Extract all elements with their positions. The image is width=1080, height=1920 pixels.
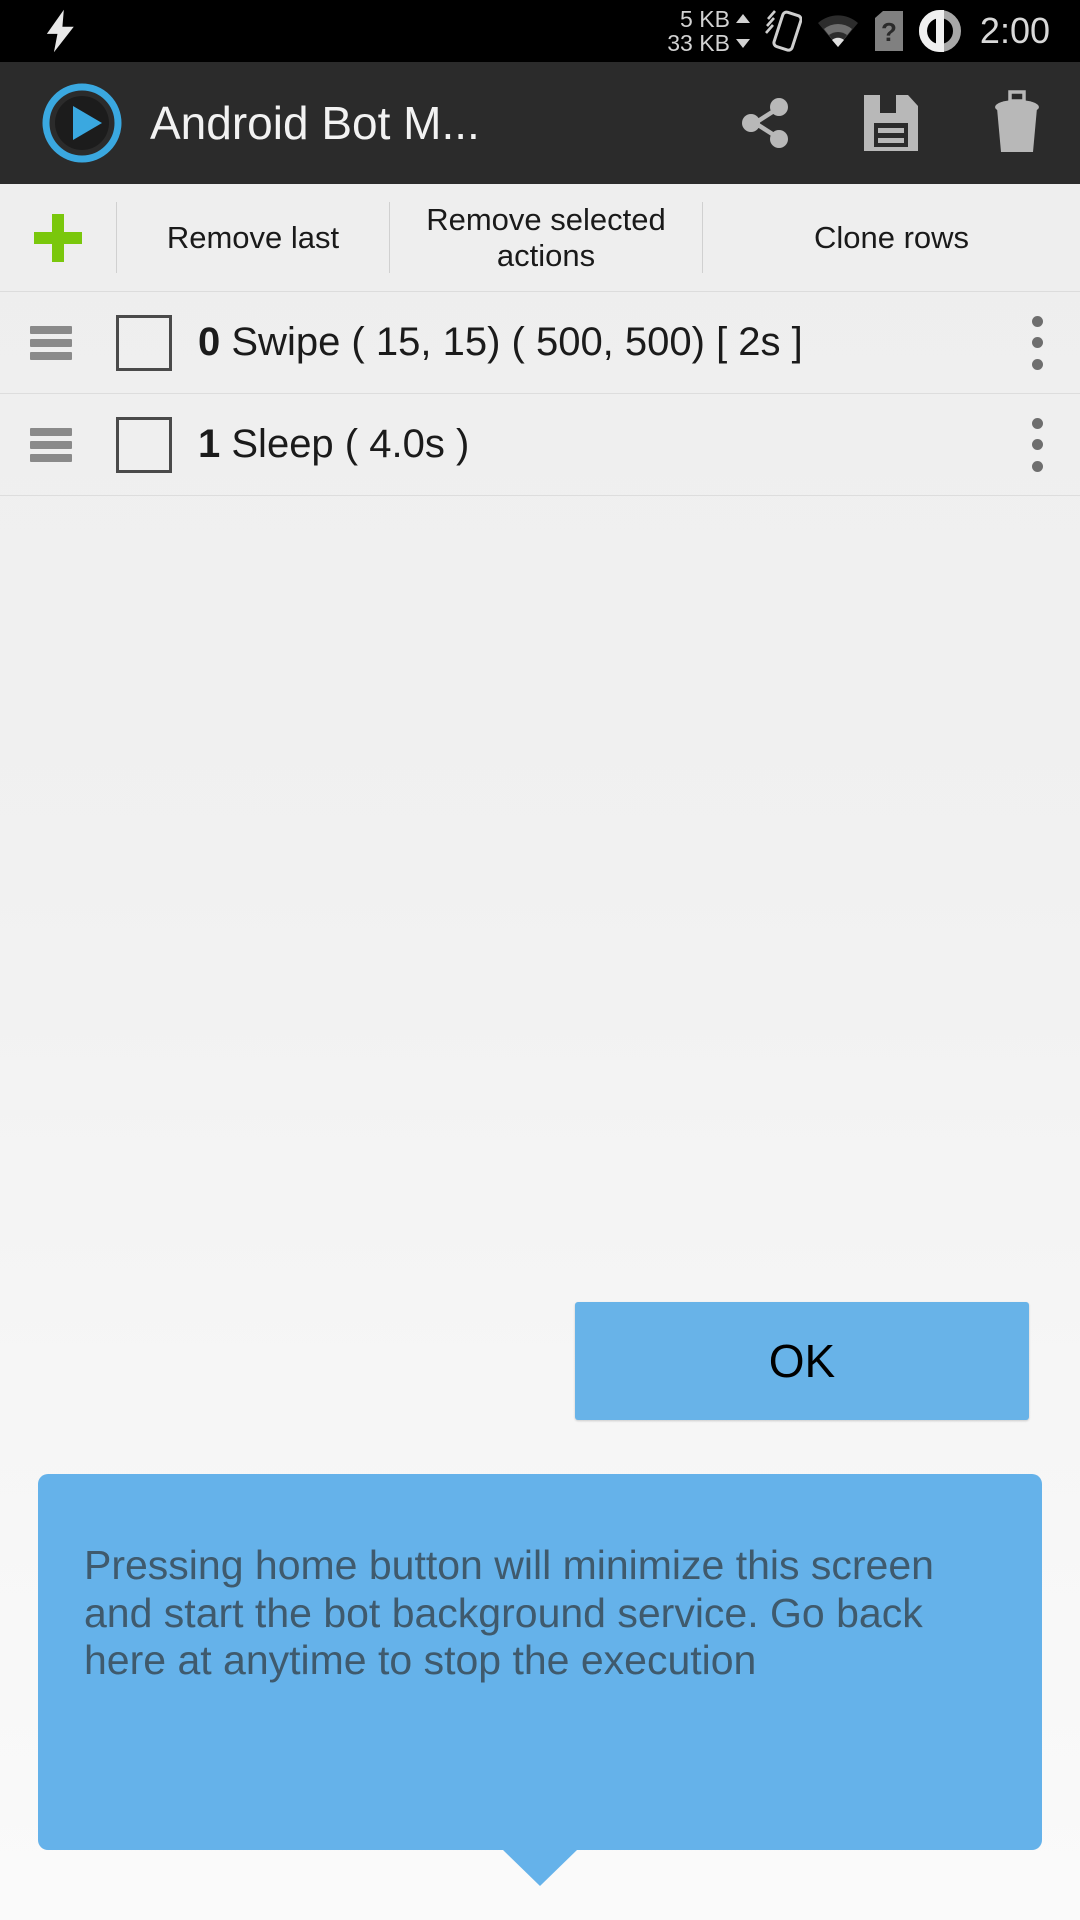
screen-root: 5 KB 33 KB ? 2:00 Android Bot M... Remov… <box>0 0 1080 1920</box>
share-button[interactable] <box>702 62 828 184</box>
plus-add-icon <box>34 213 82 262</box>
table-row[interactable]: 0 Swipe ( 15, 15) ( 500, 500) [ 2s ] <box>0 292 1080 394</box>
trash-delete-icon <box>995 90 1039 152</box>
wifi-icon <box>817 15 858 47</box>
save-button[interactable] <box>828 62 954 184</box>
lightning-bolt-icon <box>46 9 74 53</box>
status-bar-right: 5 KB 33 KB ? 2:00 <box>667 7 1080 55</box>
remove-selected-actions-button[interactable]: Remove selected actions <box>390 184 702 291</box>
floppy-disk-save-icon <box>864 95 918 151</box>
play-circle-logo-icon <box>42 83 122 163</box>
row-index-label: 0 <box>198 320 221 364</box>
row-action-text: Sleep ( 4.0s ) <box>231 422 470 466</box>
list-item-label: 0 Swipe ( 15, 15) ( 500, 500) [ 2s ] <box>198 320 803 365</box>
download-arrow-icon <box>735 38 750 48</box>
add-action-button[interactable] <box>0 184 116 291</box>
row-index-label: 1 <box>198 422 221 466</box>
battery-circle-icon <box>918 9 961 53</box>
overflow-menu-icon[interactable] <box>1031 417 1043 472</box>
clock-label: 2:00 <box>979 10 1050 51</box>
page-title: Android Bot M... <box>150 97 480 149</box>
list-item-label: 1 Sleep ( 4.0s ) <box>198 422 469 467</box>
delete-button[interactable] <box>954 62 1080 184</box>
drag-handle-icon[interactable] <box>30 427 72 462</box>
ok-button[interactable]: OK <box>575 1302 1029 1420</box>
sim-card-question-icon: ? <box>874 11 903 51</box>
clone-rows-button[interactable]: Clone rows <box>703 184 1080 291</box>
app-bar: Android Bot M... <box>0 62 1080 184</box>
download-rate-label: 33 KB <box>667 30 730 56</box>
svg-text:?: ? <box>881 17 897 47</box>
row-action-text: Swipe ( 15, 15) ( 500, 500) [ 2s ] <box>231 320 803 364</box>
status-bar-left <box>0 9 78 53</box>
table-row[interactable]: 1 Sleep ( 4.0s ) <box>0 394 1080 496</box>
vibrate-icon <box>764 10 802 52</box>
action-toolbar: Remove last Remove selected actions Clon… <box>0 184 1080 292</box>
remove-last-button[interactable]: Remove last <box>117 184 389 291</box>
row-checkbox[interactable] <box>116 314 172 371</box>
app-bar-actions <box>702 62 1080 184</box>
status-bar: 5 KB 33 KB ? 2:00 <box>0 0 1080 62</box>
overflow-menu-icon[interactable] <box>1031 315 1043 370</box>
drag-handle-icon[interactable] <box>30 325 72 360</box>
main-content: Remove last Remove selected actions Clon… <box>0 184 1080 1920</box>
tooltip-message: Pressing home button will minimize this … <box>84 1542 934 1684</box>
tooltip-popup: Pressing home button will minimize this … <box>38 1474 1042 1886</box>
share-icon <box>742 98 788 148</box>
tooltip-arrow-icon <box>502 1849 578 1886</box>
upload-rate-label: 5 KB <box>680 5 730 32</box>
network-rate-indicator: 5 KB 33 KB <box>667 7 750 55</box>
row-checkbox[interactable] <box>116 416 172 473</box>
upload-arrow-icon <box>735 14 750 24</box>
